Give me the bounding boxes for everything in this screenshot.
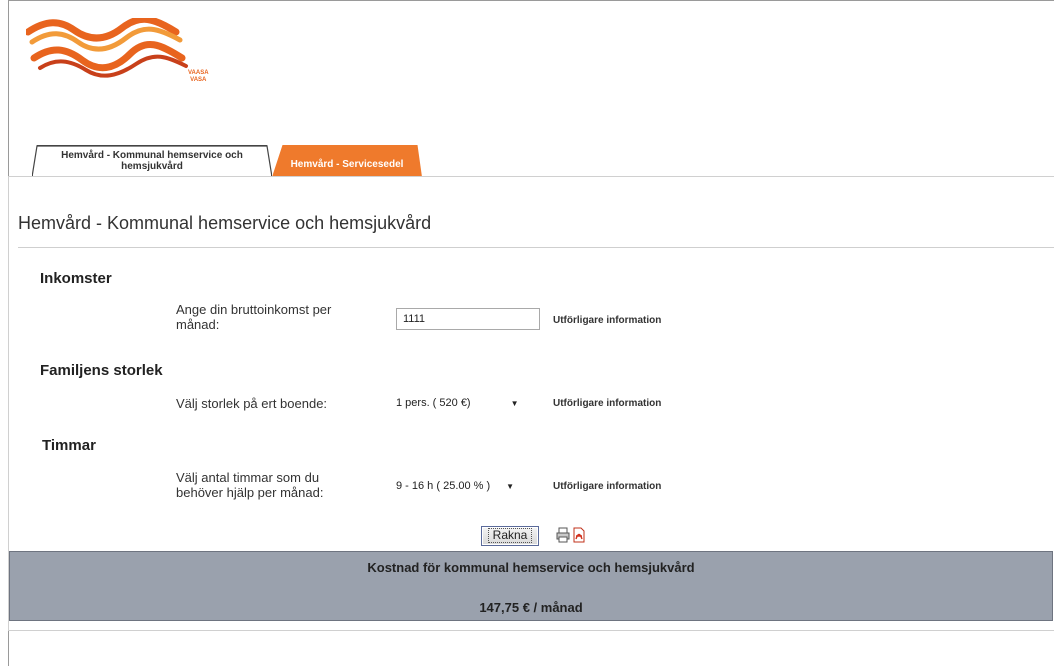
result-value: 147,75 € / månad [479,600,583,615]
income-label: Ange din bruttoinkomst per månad: [176,302,331,332]
chevron-down-icon: ▼ [506,481,515,491]
family-more-info-link[interactable]: Utförligare information [553,398,661,409]
family-size-selected: 1 pers. ( 520 €) [396,397,471,409]
calculate-button-label: Rakna [487,528,533,543]
hours-heading: Timmar [42,437,96,454]
income-more-info-link[interactable]: Utförligare information [553,315,661,326]
logo-text-line2: VASA [190,77,207,83]
result-panel: Kostnad för kommunal hemservice och hems… [9,551,1053,621]
income-input[interactable] [396,308,540,330]
income-label-line2: månad: [176,317,220,332]
calculate-button[interactable]: Rakna [481,526,539,546]
chevron-down-icon: ▼ [510,398,519,408]
vaasa-logo: VAASA VASA [24,15,216,83]
pdf-icon[interactable] [572,527,586,543]
logo-text: VAASA VASA [188,70,209,84]
tab-outline [32,145,272,177]
hours-label-line1: Välj antal timmar som du [176,470,320,485]
export-icons [556,527,586,545]
hours-label-line2: behöver hjälp per månad: [176,485,324,500]
hours-select[interactable]: 9 - 16 h ( 25.00 % ) ▼ [396,476,514,496]
income-label-line1: Ange din bruttoinkomst per [176,302,332,317]
title-divider [18,247,1054,248]
logo-text-line1: VAASA [188,70,209,76]
hours-more-info-link[interactable]: Utförligare information [553,481,661,492]
income-heading: Inkomster [40,270,112,287]
family-label: Välj storlek på ert boende: [176,396,328,411]
print-icon[interactable] [556,527,570,543]
panel-bottom-border [8,630,1054,631]
result-title: Kostnad för kommunal hemservice och hems… [367,560,695,575]
family-heading: Familjens storlek [40,362,163,379]
tab-servicesedel-label: Hemvård - Servicesedel [290,159,404,170]
hours-label: Välj antal timmar som du behöver hjälp p… [176,470,323,500]
logo-waves-icon [24,15,188,78]
panel-top-border [8,176,1054,177]
family-size-select[interactable]: 1 pers. ( 520 €) ▼ [396,393,519,413]
tab-servicesedel[interactable]: Hemvård - Servicesedel [272,145,422,177]
hours-selected: 9 - 16 h ( 25.00 % ) [396,480,491,492]
page-title: Hemvård - Kommunal hemservice och hemsju… [18,213,432,233]
